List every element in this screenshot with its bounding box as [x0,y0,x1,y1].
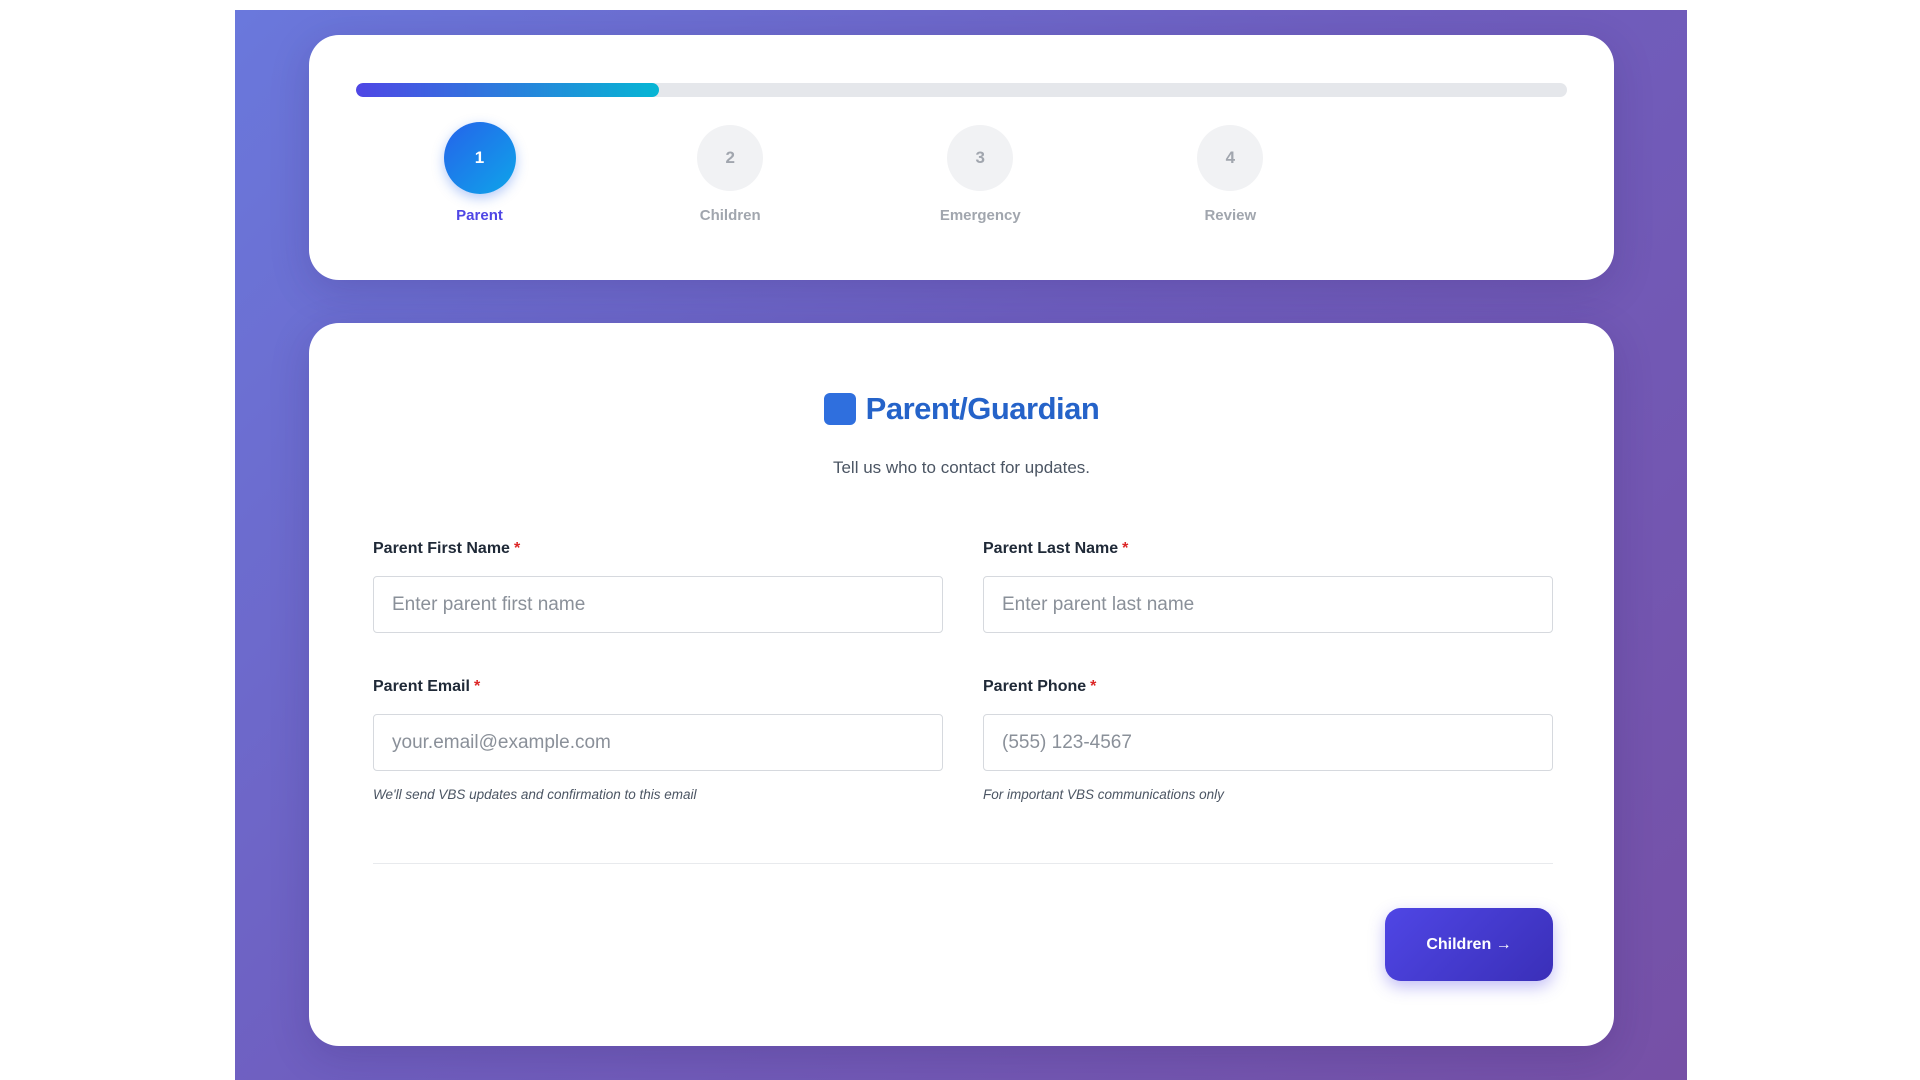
first-name-label: Parent First Name * [373,540,943,558]
phone-label: Parent Phone * [983,678,1553,696]
email-hint: We'll send VBS updates and confirmation … [373,787,697,802]
phone-hint: For important VBS communications only [983,787,1224,802]
progress-bar [356,83,1567,97]
last-name-group: Parent Last Name * [983,540,1553,633]
first-name-group: Parent First Name * [373,540,943,633]
phone-group: Parent Phone* For important VBS communic… [983,678,1553,802]
form-card: Parent/Guardian Tell us who to contact f… [309,323,1614,1046]
page-background: 1 Parent 2 Children 3 Emergency 4 Review… [235,10,1687,1080]
step-parent[interactable]: 1 Parent [420,122,540,224]
step-label: Parent [456,207,503,224]
required-marker: * [473,678,481,695]
step-indicator: 1 Parent 2 Children 3 Emergency 4 Review [356,122,1567,245]
phone-input[interactable] [983,714,1553,771]
email-label: Parent Email * [373,678,943,696]
divider [373,863,1553,864]
first-name-input[interactable] [373,576,943,633]
step-emergency[interactable]: 3 Emergency [920,125,1040,224]
step-number: 3 [947,125,1014,191]
label-text: Parent First Name [373,540,510,557]
step-label: Children [699,207,761,224]
required-marker: * [1090,678,1097,695]
last-name-label: Parent Last Name * [983,540,1553,558]
next-children-button[interactable]: Children → [1385,908,1553,981]
step-review[interactable]: 4 Review [1170,125,1290,224]
step-label: Review [1204,207,1257,224]
step-label: Emergency [939,207,1021,224]
form-header: Parent/Guardian [309,391,1614,427]
step-number: 2 [697,125,764,191]
step-number: 4 [1197,125,1264,191]
required-marker: * [1122,540,1129,557]
form-subtitle: Tell us who to contact for updates. [832,458,1091,477]
form-title: Parent/Guardian [865,391,1100,426]
blue-square-icon [823,393,856,425]
required-marker: * [513,540,521,557]
progress-card: 1 Parent 2 Children 3 Emergency 4 Review [309,35,1614,280]
label-text: Parent Last Name [983,540,1119,557]
step-children[interactable]: 2 Children [670,125,790,224]
step-number: 1 [443,122,516,194]
label-text: Parent Phone [983,678,1087,695]
label-text: Parent Email [373,678,470,695]
progress-bar-fill [356,83,659,97]
email-input[interactable] [373,714,943,771]
email-group: Parent Email* We'll send VBS updates and… [373,678,943,802]
last-name-input[interactable] [983,576,1553,633]
